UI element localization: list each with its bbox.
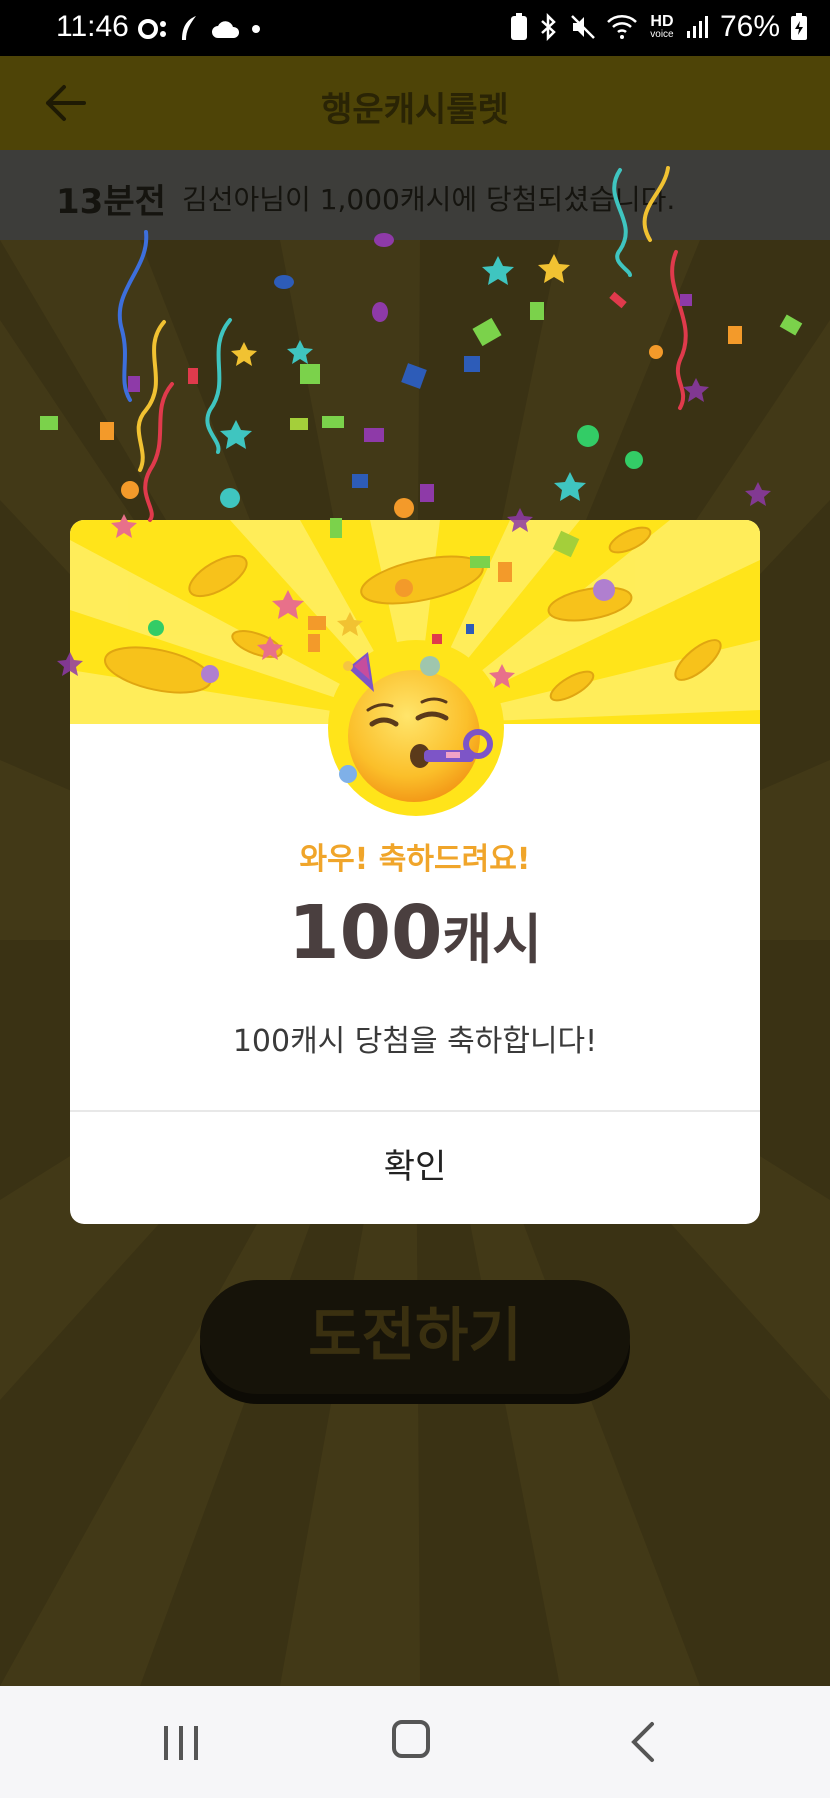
ticker-time-ago: 13분전 bbox=[56, 182, 166, 222]
recent-apps-icon[interactable] bbox=[162, 1724, 200, 1762]
feather-icon bbox=[182, 16, 196, 40]
status-bar: 11:46 HD voice 76% bbox=[0, 0, 830, 56]
battery-saver-icon bbox=[510, 13, 527, 40]
status-system-icons: HD voice 76% bbox=[510, 10, 808, 44]
challenge-button[interactable]: 도전하기 bbox=[200, 1280, 630, 1394]
system-nav-bar bbox=[0, 1686, 830, 1798]
dialog-description: 100캐시 당첨을 축하합니다! bbox=[232, 1024, 598, 1059]
winner-ticker: 13분전 김선아님이 1,000캐시에 당첨되셨습니다. 1000 bbox=[0, 150, 830, 372]
ticker-message: 김선아님이 1,000캐시에 당첨되셨습니다. bbox=[182, 183, 676, 216]
nav-back-icon[interactable] bbox=[628, 1720, 658, 1764]
hd-voice-label: HD voice bbox=[648, 14, 676, 40]
cloud-icon bbox=[212, 21, 240, 38]
status-time: 11:46 bbox=[56, 10, 129, 43]
voice-label: voice bbox=[650, 29, 674, 40]
reward-amount-unit: 캐시 bbox=[442, 908, 542, 971]
page-title: 행운캐시룰렛 bbox=[321, 90, 509, 130]
dot-icon bbox=[252, 25, 260, 33]
bluetooth-icon bbox=[541, 13, 556, 41]
battery-percent: 76% bbox=[719, 10, 780, 43]
party-face-icon bbox=[343, 652, 493, 802]
reward-dialog: 와우! 축하드려요! 100캐시 100캐시 당첨을 축하합니다! 확인 bbox=[70, 520, 760, 1224]
reward-amount: 100캐시 bbox=[70, 890, 760, 976]
status-notification-icons bbox=[138, 14, 262, 44]
wifi-icon bbox=[607, 15, 637, 39]
home-icon[interactable] bbox=[392, 1720, 430, 1758]
signal-icon bbox=[686, 16, 708, 38]
hd-label: HD bbox=[650, 13, 674, 30]
app-bar: 행운캐시룰렛 bbox=[0, 56, 830, 150]
confirm-button[interactable]: 확인 bbox=[70, 1112, 760, 1224]
record-icon bbox=[138, 19, 166, 39]
battery-icon bbox=[791, 13, 807, 40]
mute-icon bbox=[571, 15, 595, 39]
reward-amount-value: 100 bbox=[288, 890, 443, 976]
dialog-headline: 와우! 축하드려요! bbox=[299, 842, 531, 877]
party-face-emoji bbox=[328, 640, 504, 816]
